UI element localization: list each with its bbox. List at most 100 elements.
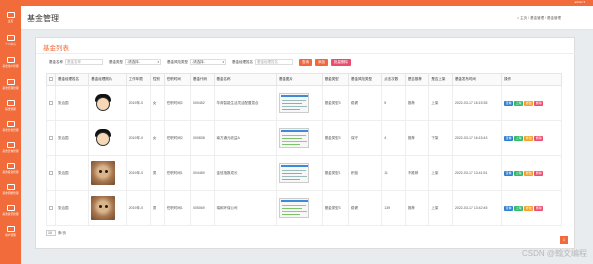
sidebar-item-fund-users[interactable]: 基金用户管理 xyxy=(0,55,21,73)
col-header: 基金经理照片 xyxy=(88,73,127,86)
manager-photo xyxy=(91,161,116,185)
delete-button[interactable]: 删除 xyxy=(534,170,544,176)
add-button[interactable]: 添加 xyxy=(315,58,328,66)
fund-name-cell: 南方通元收益A xyxy=(213,120,277,156)
panel-title: 基金列表 xyxy=(43,45,69,52)
page-header: 基金管理 ⌂ 主页 / 基金管理 / 基金管理 xyxy=(21,6,593,30)
edit-button[interactable]: 修改 xyxy=(524,100,534,106)
tenure-cell: 任职时间1 xyxy=(163,155,191,191)
fund-image-cell xyxy=(275,155,323,191)
thumb-line xyxy=(281,141,307,142)
gender-cell: 男 xyxy=(149,155,165,191)
years-cell: 2019年-0 xyxy=(125,155,151,191)
detail-button[interactable]: 查看 xyxy=(504,100,514,106)
sidebar-item-fund-invest[interactable]: 基金投资管理 xyxy=(0,161,21,179)
fund-name-input[interactable]: 基金名称 xyxy=(65,59,103,65)
manager-cell: 张治国 xyxy=(54,155,90,191)
user-menu[interactable]: admin ▾ xyxy=(574,0,585,4)
sidebar-item-fund-managers[interactable]: 基金经理管理 xyxy=(0,77,21,95)
delete-button[interactable]: 删除 xyxy=(534,135,544,141)
risk-type-select[interactable]: -请选择- xyxy=(190,59,226,65)
monitor-icon xyxy=(6,226,15,232)
sidebar-item-funds[interactable]: 基金管理 xyxy=(0,98,21,116)
edit-button[interactable]: 修改 xyxy=(524,135,534,141)
code-cell: 004469 xyxy=(189,155,215,191)
thumb-line xyxy=(281,214,300,215)
batch-delete-button[interactable]: 批量删除 xyxy=(331,58,351,66)
monitor-icon xyxy=(6,142,15,148)
row-select-cell xyxy=(46,190,56,226)
thumb-bar xyxy=(280,130,308,132)
tenure-cell: 任职时间2 xyxy=(163,85,191,121)
shelf-button[interactable]: 上架 xyxy=(514,170,524,176)
recommend-cell: 不推荐 xyxy=(404,155,430,191)
actions-cell: 查看 上架 修改 删除 xyxy=(501,120,562,156)
eye-shape xyxy=(105,170,109,173)
gender-cell: 女 xyxy=(149,120,165,156)
thumb-line xyxy=(281,176,307,177)
sidebar-item-profile[interactable]: 个人中心 xyxy=(0,33,21,51)
eye-shape xyxy=(99,170,103,173)
sidebar-item-fund-adjust[interactable]: 基金调整管理 xyxy=(0,182,21,200)
edit-button[interactable]: 修改 xyxy=(524,170,534,176)
fund-type-label: 基金类型 xyxy=(109,59,123,64)
sidebar-item-fund-consult[interactable]: 基金咨询管理 xyxy=(0,140,21,158)
recommend-cell: 推荐 xyxy=(404,85,430,121)
thumb-line xyxy=(281,144,300,145)
sidebar-item-home[interactable]: 主页 xyxy=(0,10,21,28)
clicks-cell: 139 xyxy=(381,190,406,226)
row-checkbox[interactable] xyxy=(49,135,53,140)
per-page-label: 条/页 xyxy=(58,230,66,235)
table-row: 张治国 2019年-0 女 任职时间2 000452 华商智能生活灵活配置混合 … xyxy=(46,85,562,121)
manager-cell: 张治国 xyxy=(54,190,90,226)
type-cell: 基金类型3 xyxy=(321,85,349,121)
fund-type-select[interactable]: -请选择- xyxy=(125,59,161,65)
page-size-select[interactable]: 10 xyxy=(46,230,56,236)
delete-button[interactable]: 删除 xyxy=(534,100,544,106)
sidebar-item-users[interactable]: 用户管理 xyxy=(0,224,21,242)
fund-image-cell xyxy=(275,120,323,156)
page-number-button[interactable]: 1 xyxy=(560,236,568,244)
row-select-cell xyxy=(46,85,56,121)
select-all-checkbox[interactable] xyxy=(49,77,53,81)
monitor-icon xyxy=(6,57,15,63)
thumb-line xyxy=(281,173,302,174)
row-checkbox[interactable] xyxy=(49,205,53,210)
fund-name-label: 基金名称 xyxy=(49,59,63,64)
col-header: 基金代码 xyxy=(189,73,215,86)
row-checkbox[interactable] xyxy=(49,100,53,105)
edit-button[interactable]: 修改 xyxy=(524,205,534,211)
divider xyxy=(36,53,576,54)
shelf-button[interactable]: 上架 xyxy=(514,205,524,211)
eye-shape xyxy=(105,205,109,208)
thumb-line xyxy=(281,109,300,110)
years-cell: 2019年-0 xyxy=(125,120,151,156)
fund-table: 基金经理姓名 基金经理照片 工作年限 性别 任职时间 基金代码 基金名称 基金图… xyxy=(46,73,562,226)
sidebar-item-fund-categories[interactable]: 基金分类管理 xyxy=(0,119,21,137)
time-cell: 2022-03-17 16:15:35 xyxy=(451,85,503,121)
row-checkbox[interactable] xyxy=(49,170,53,175)
breadcrumb[interactable]: ⌂ 主页 / 基金管理 / 基金管理 xyxy=(517,16,561,21)
detail-button[interactable]: 查看 xyxy=(504,135,514,141)
manager-photo xyxy=(91,91,116,115)
watermark: CSDN @翰文编程 xyxy=(521,249,587,258)
detail-button[interactable]: 查看 xyxy=(504,205,514,211)
fund-image xyxy=(278,163,309,183)
detail-button[interactable]: 查看 xyxy=(504,170,514,176)
thumb-line xyxy=(281,179,300,180)
clicks-cell: 5 xyxy=(381,85,406,121)
shelf-button[interactable]: 上架 xyxy=(514,135,524,141)
shelf-cell: 下架 xyxy=(428,120,453,156)
col-header: 是否推荐 xyxy=(404,73,430,86)
pagination: 10 条/页 xyxy=(46,230,66,236)
fund-image-cell xyxy=(275,85,323,121)
delete-button[interactable]: 删除 xyxy=(534,205,544,211)
row-select-cell xyxy=(46,155,56,191)
query-button[interactable]: 查询 xyxy=(299,58,312,66)
manager-name-input[interactable]: 基金经理姓名 xyxy=(255,59,293,65)
sidebar-item-fund-news[interactable]: 基金资讯管理 xyxy=(0,203,21,221)
gender-cell: 女 xyxy=(149,85,165,121)
fund-name-cell: 金信指数成长 xyxy=(213,155,277,191)
shelf-button[interactable]: 上架 xyxy=(514,100,524,106)
actions-cell: 查看 上架 修改 删除 xyxy=(501,190,562,226)
